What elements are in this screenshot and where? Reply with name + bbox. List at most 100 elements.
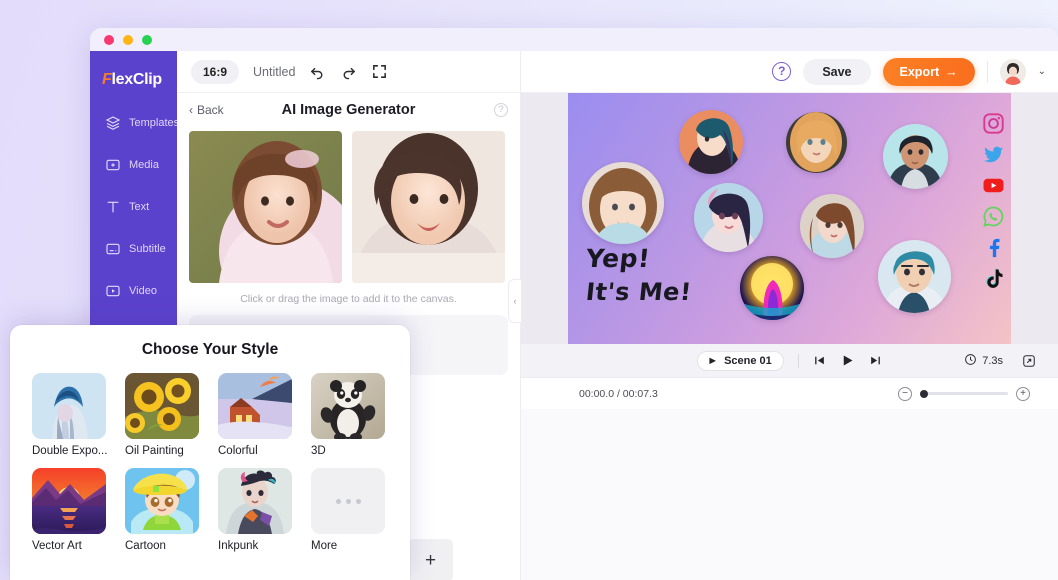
style-option-vector-art[interactable]: Vector Art — [32, 468, 109, 552]
style-label: Vector Art — [32, 540, 82, 552]
skip-next-icon[interactable] — [869, 354, 882, 367]
sidebar-item-label: Subtitle — [129, 243, 166, 255]
style-option-inkpunk[interactable]: Inkpunk — [218, 468, 295, 552]
sidebar-item-label: Text — [129, 201, 150, 213]
3d-thumb — [311, 373, 385, 439]
style-option-more[interactable]: More — [311, 468, 388, 552]
toolbar-divider — [986, 60, 988, 83]
style-option-double-exposure[interactable]: Double Expo... — [32, 373, 109, 457]
generated-images-grid — [177, 127, 520, 283]
more-dots-icon — [311, 468, 385, 534]
clock-icon — [964, 353, 977, 369]
avatar-anime-man-blue[interactable] — [878, 240, 951, 313]
style-label: Cartoon — [125, 540, 166, 552]
canvas-text-line2[interactable]: It's Me! — [585, 278, 693, 306]
inkpunk-thumb — [218, 468, 292, 534]
youtube-icon[interactable] — [982, 174, 1005, 197]
close-window-button[interactable] — [104, 34, 114, 45]
minimize-window-button[interactable] — [123, 34, 133, 45]
instagram-icon[interactable] — [982, 112, 1005, 135]
document-title[interactable]: Untitled — [253, 65, 295, 79]
back-label: Back — [197, 103, 224, 117]
zoom-slider[interactable] — [920, 389, 1008, 398]
panel-title: AI Image Generator — [281, 102, 416, 118]
double-exposure-thumb — [32, 373, 106, 439]
avatar-woman-brown-hair[interactable] — [800, 194, 864, 258]
editor-toolbar: 16:9 Untitled — [177, 51, 520, 93]
avatar-girl-photo[interactable] — [582, 162, 664, 244]
duration-display: 7.3s — [964, 353, 1003, 369]
cartoon-thumb — [125, 468, 199, 534]
video-canvas[interactable]: Yep! It's Me! — [568, 88, 1011, 344]
avatar-anime-dark-hair[interactable] — [694, 183, 763, 252]
collapse-panel-button[interactable]: ‹ — [508, 279, 521, 323]
tiktok-icon[interactable] — [982, 267, 1005, 290]
style-label: Oil Painting — [125, 445, 184, 457]
layers-icon — [104, 115, 121, 132]
fullscreen-icon[interactable] — [1022, 354, 1036, 368]
sidebar-item-label: Templates — [129, 117, 180, 129]
avatar-anime-blue-hair[interactable] — [679, 110, 743, 174]
avatar[interactable] — [999, 58, 1026, 85]
social-icons-column — [982, 112, 1005, 290]
sidebar-item-text[interactable]: Text — [90, 186, 177, 228]
zoom-slider-handle[interactable] — [920, 389, 928, 398]
player-controls: ► Scene 01 7.3s — [521, 344, 1058, 377]
chevron-down-icon[interactable]: ⌄ — [1038, 66, 1046, 77]
zoom-out-button[interactable]: − — [898, 386, 912, 401]
style-label: More — [311, 540, 338, 552]
style-option-3d[interactable]: 3D — [311, 373, 388, 457]
stage-area: Yep! It's Me! ► Scene 01 7.3s 00:00.0 / … — [521, 51, 1058, 580]
brand-logo[interactable]: FlexClip — [90, 59, 177, 101]
sidebar-item-subtitle[interactable]: Subtitle — [90, 228, 177, 270]
generator-hint: Click or drag the image to add it to the… — [240, 293, 457, 305]
arrow-right-icon: → — [945, 64, 958, 79]
brand-logo-f: F — [102, 71, 112, 88]
style-label: 3D — [311, 445, 326, 457]
play-icon[interactable] — [840, 353, 855, 368]
help-icon[interactable]: ? — [494, 103, 508, 117]
add-scene-button[interactable]: + — [408, 539, 453, 580]
duration-value: 7.3s — [982, 354, 1003, 367]
canvas-text-line1[interactable]: Yep! — [584, 244, 651, 273]
panel-header: ‹ Back AI Image Generator ? — [177, 93, 520, 127]
skip-previous-icon[interactable] — [813, 354, 826, 367]
generated-image-1[interactable] — [189, 131, 342, 283]
avatar-doll-orange-hair[interactable] — [786, 112, 847, 173]
account-toolbar: ? Save Export → ⌄ — [521, 51, 1058, 93]
save-button[interactable]: Save — [803, 58, 871, 85]
facebook-icon[interactable] — [982, 236, 1005, 259]
export-button[interactable]: Export → — [882, 57, 975, 86]
expand-icon[interactable] — [371, 63, 388, 80]
twitter-icon[interactable] — [982, 143, 1005, 166]
sidebar-item-video[interactable]: Video — [90, 270, 177, 312]
export-label: Export — [899, 64, 940, 79]
redo-icon[interactable] — [340, 63, 357, 80]
media-folder-icon — [104, 157, 121, 174]
more-thumb — [311, 468, 385, 534]
choose-style-popup: Choose Your Style Double Expo... Oil Pai… — [10, 325, 410, 580]
brand-logo-rest: lexClip — [111, 71, 162, 88]
avatar-man-teal-bg[interactable] — [883, 124, 948, 189]
generated-image-2[interactable] — [352, 131, 505, 283]
aspect-ratio-button[interactable]: 16:9 — [191, 59, 240, 84]
zoom-in-button[interactable]: + — [1016, 386, 1030, 401]
style-option-cartoon[interactable]: Cartoon — [125, 468, 202, 552]
popup-title: Choose Your Style — [141, 341, 279, 358]
play-small-icon: ► — [707, 354, 719, 367]
style-label: Double Expo... — [32, 445, 108, 457]
style-option-oil-painting[interactable]: Oil Painting — [125, 373, 202, 457]
maximize-window-button[interactable] — [142, 34, 152, 45]
whatsapp-icon[interactable] — [982, 205, 1005, 228]
timeline-track-area[interactable] — [521, 409, 1058, 580]
style-option-colorful[interactable]: Colorful — [218, 373, 295, 457]
help-circle-icon[interactable]: ? — [772, 62, 792, 81]
text-icon — [104, 199, 121, 216]
sidebar-item-templates[interactable]: Templates — [90, 102, 180, 144]
sidebar-item-media[interactable]: Media — [90, 144, 177, 186]
sidebar-item-label: Media — [129, 159, 159, 171]
scene-selector-button[interactable]: ► Scene 01 — [697, 350, 784, 371]
undo-icon[interactable] — [309, 63, 326, 80]
avatar-neon-silhouette[interactable] — [740, 256, 804, 320]
back-button[interactable]: ‹ Back — [189, 103, 224, 117]
